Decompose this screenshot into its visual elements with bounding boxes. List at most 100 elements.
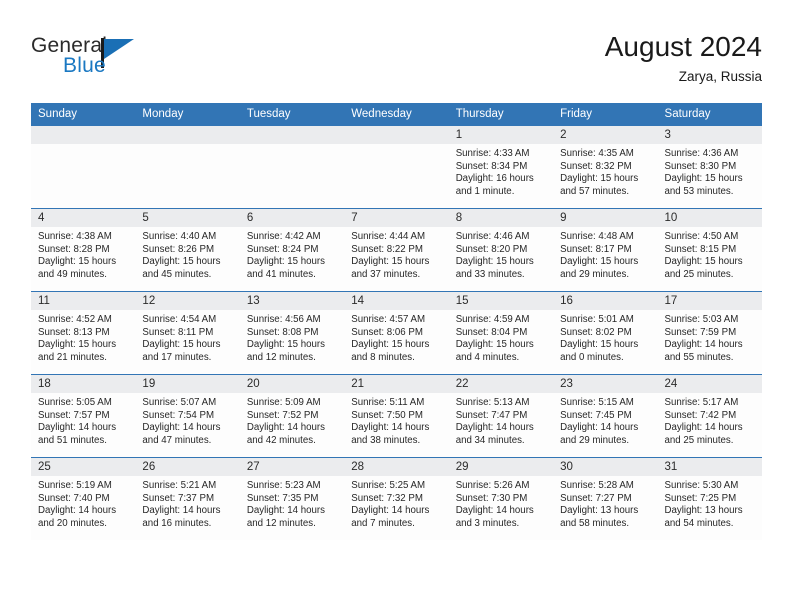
sun-info: Sunrise: 4:33 AM Sunset: 8:34 PM Daylight:… <box>449 144 553 198</box>
calendar-day-cell[interactable]: 5 Sunrise: 4:40 AM Sunset: 8:26 PM Daylight… <box>135 208 240 292</box>
sun-info: Sunrise: 4:52 AM Sunset: 8:13 PM Daylight:… <box>31 310 135 364</box>
sunset-time: Sunset: 7:50 PM <box>351 409 423 421</box>
calendar-day-cell[interactable]: 11 Sunrise: 4:52 AM Sunset: 8:13 PM Dayligh… <box>31 291 136 375</box>
day-cell-content: 4 Sunrise: 4:38 AM Sunset: 8:28 PM Daylight… <box>31 209 136 291</box>
calendar-week-row: 11 Sunrise: 4:52 AM Sunset: 8:13 PM Dayligh… <box>31 291 762 375</box>
calendar-day-cell[interactable]: 29 Sunrise: 5:26 AM Sunset: 7:30 PM Dayligh… <box>448 457 554 540</box>
day-cell-content: 24 Sunrise: 5:17 AM Sunset: 7:42 PM Dayligh… <box>657 375 762 457</box>
calendar-day-cell-empty <box>31 125 136 209</box>
sunset-time: Sunset: 7:57 PM <box>38 409 110 421</box>
calendar-day-cell[interactable]: 12 Sunrise: 4:54 AM Sunset: 8:11 PM Dayligh… <box>135 291 240 375</box>
day-number <box>344 126 449 144</box>
calendar-day-cell[interactable]: 24 Sunrise: 5:17 AM Sunset: 7:42 PM Dayligh… <box>657 374 762 458</box>
sunset-time: Sunset: 8:02 PM <box>560 326 632 338</box>
calendar-day-cell[interactable]: 10 Sunrise: 4:50 AM Sunset: 8:15 PM Dayligh… <box>657 208 762 292</box>
day-cell-content: 15 Sunrise: 4:59 AM Sunset: 8:04 PM Dayligh… <box>448 292 554 374</box>
day-number <box>239 126 345 144</box>
sunset-time: Sunset: 8:06 PM <box>351 326 423 338</box>
calendar-day-cell[interactable]: 15 Sunrise: 4:59 AM Sunset: 8:04 PM Dayligh… <box>448 291 554 375</box>
calendar-day-cell[interactable]: 26 Sunrise: 5:21 AM Sunset: 7:37 PM Dayligh… <box>135 457 240 540</box>
sunrise-time: Sunrise: 5:15 AM <box>560 397 634 408</box>
calendar-day-cell[interactable]: 6 Sunrise: 4:42 AM Sunset: 8:24 PM Daylight… <box>239 208 345 292</box>
daylight-duration-line1: Daylight: 14 hours <box>38 422 117 434</box>
calendar-day-cell[interactable]: 16 Sunrise: 5:01 AM Sunset: 8:02 PM Dayligh… <box>553 291 658 375</box>
daylight-duration-line2: and 7 minutes. <box>351 517 415 529</box>
day-number: 11 <box>31 292 136 310</box>
daylight-duration-line2: and 21 minutes. <box>38 351 107 363</box>
sun-info: Sunrise: 4:42 AM Sunset: 8:24 PM Daylight:… <box>240 227 344 281</box>
sunset-time: Sunset: 8:34 PM <box>455 160 528 172</box>
calendar-day-cell[interactable]: 31 Sunrise: 5:30 AM Sunset: 7:25 PM Dayligh… <box>657 457 762 540</box>
calendar-week-row: 1 Sunrise: 4:33 AM Sunset: 8:34 PM Daylight… <box>31 125 762 209</box>
daylight-duration-line2: and 45 minutes. <box>142 268 212 280</box>
daylight-duration-line2: and 41 minutes. <box>246 268 316 280</box>
daylight-duration-line1: Daylight: 15 hours <box>246 339 325 351</box>
calendar-week-row: 25 Sunrise: 5:19 AM Sunset: 7:40 PM Dayligh… <box>31 457 762 540</box>
day-number: 15 <box>448 292 554 310</box>
daylight-duration-line1: Daylight: 14 hours <box>142 422 221 434</box>
calendar-day-cell[interactable]: 28 Sunrise: 5:25 AM Sunset: 7:32 PM Dayligh… <box>344 457 449 540</box>
day-cell-content: 14 Sunrise: 4:57 AM Sunset: 8:06 PM Dayligh… <box>344 292 449 374</box>
day-number: 2 <box>553 126 658 144</box>
sunrise-time: Sunrise: 5:13 AM <box>455 397 530 408</box>
day-cell-content: 18 Sunrise: 5:05 AM Sunset: 7:57 PM Dayligh… <box>31 375 136 457</box>
sunset-time: Sunset: 7:45 PM <box>560 409 632 421</box>
sun-info: Sunrise: 4:56 AM Sunset: 8:08 PM Daylight:… <box>240 310 344 364</box>
calendar-day-cell[interactable]: 19 Sunrise: 5:07 AM Sunset: 7:54 PM Dayligh… <box>135 374 240 458</box>
calendar-body: 1 Sunrise: 4:33 AM Sunset: 8:34 PM Daylight… <box>31 125 762 540</box>
sun-info: Sunrise: 5:13 AM Sunset: 7:47 PM Daylight:… <box>449 393 553 447</box>
daylight-duration-line1: Daylight: 15 hours <box>664 173 743 185</box>
day-number: 18 <box>31 375 136 393</box>
sunset-time: Sunset: 7:54 PM <box>142 409 215 421</box>
day-number <box>31 126 136 144</box>
day-number: 17 <box>657 292 762 310</box>
daylight-duration-line2: and 1 minute. <box>455 185 515 197</box>
sun-info: Sunrise: 4:36 AM Sunset: 8:30 PM Daylight:… <box>658 144 762 198</box>
sunset-time: Sunset: 7:30 PM <box>455 492 528 504</box>
daylight-duration-line1: Daylight: 14 hours <box>455 505 534 517</box>
brand-logo[interactable]: General Blue <box>31 34 191 84</box>
sun-info: Sunrise: 4:35 AM Sunset: 8:32 PM Daylight:… <box>553 144 657 198</box>
calendar-day-cell[interactable]: 2 Sunrise: 4:35 AM Sunset: 8:32 PM Daylight… <box>553 125 658 209</box>
daylight-duration-line2: and 51 minutes. <box>38 434 107 446</box>
daylight-duration-line1: Daylight: 15 hours <box>455 256 534 268</box>
day-cell-content: 11 Sunrise: 4:52 AM Sunset: 8:13 PM Dayligh… <box>31 292 136 374</box>
calendar-day-cell[interactable]: 30 Sunrise: 5:28 AM Sunset: 7:27 PM Dayligh… <box>553 457 658 540</box>
calendar-day-cell[interactable]: 22 Sunrise: 5:13 AM Sunset: 7:47 PM Dayligh… <box>448 374 554 458</box>
calendar-day-cell[interactable]: 8 Sunrise: 4:46 AM Sunset: 8:20 PM Daylight… <box>448 208 554 292</box>
sunrise-time: Sunrise: 4:57 AM <box>351 314 426 325</box>
sunset-time: Sunset: 8:32 PM <box>560 160 632 172</box>
day-cell-content: 5 Sunrise: 4:40 AM Sunset: 8:26 PM Daylight… <box>135 209 240 291</box>
calendar-day-cell[interactable]: 17 Sunrise: 5:03 AM Sunset: 7:59 PM Dayligh… <box>657 291 762 375</box>
calendar-day-cell[interactable]: 14 Sunrise: 4:57 AM Sunset: 8:06 PM Dayligh… <box>344 291 449 375</box>
day-cell-content <box>31 126 136 208</box>
day-number: 19 <box>135 375 240 393</box>
calendar-day-cell[interactable]: 27 Sunrise: 5:23 AM Sunset: 7:35 PM Dayligh… <box>239 457 345 540</box>
calendar-day-cell[interactable]: 7 Sunrise: 4:44 AM Sunset: 8:22 PM Daylight… <box>344 208 449 292</box>
daylight-duration-line2: and 42 minutes. <box>246 434 316 446</box>
calendar-day-cell[interactable]: 20 Sunrise: 5:09 AM Sunset: 7:52 PM Dayligh… <box>239 374 345 458</box>
calendar-day-cell[interactable]: 23 Sunrise: 5:15 AM Sunset: 7:45 PM Dayligh… <box>553 374 658 458</box>
day-number: 3 <box>657 126 762 144</box>
sun-info: Sunrise: 5:19 AM Sunset: 7:40 PM Daylight:… <box>31 476 135 530</box>
sun-info: Sunrise: 5:07 AM Sunset: 7:54 PM Daylight:… <box>135 393 239 447</box>
daylight-duration-line2: and 4 minutes. <box>455 351 520 363</box>
calendar-day-cell[interactable]: 25 Sunrise: 5:19 AM Sunset: 7:40 PM Dayligh… <box>31 457 136 540</box>
sunrise-time: Sunrise: 4:54 AM <box>142 314 217 325</box>
daylight-duration-line1: Daylight: 14 hours <box>455 422 534 434</box>
calendar-day-cell[interactable]: 18 Sunrise: 5:05 AM Sunset: 7:57 PM Dayligh… <box>31 374 136 458</box>
calendar-day-cell[interactable]: 3 Sunrise: 4:36 AM Sunset: 8:30 PM Daylight… <box>657 125 762 209</box>
calendar-day-cell[interactable]: 4 Sunrise: 4:38 AM Sunset: 8:28 PM Daylight… <box>31 208 136 292</box>
calendar-day-cell[interactable]: 21 Sunrise: 5:11 AM Sunset: 7:50 PM Dayligh… <box>344 374 449 458</box>
calendar-day-cell[interactable]: 1 Sunrise: 4:33 AM Sunset: 8:34 PM Daylight… <box>448 125 554 209</box>
flag-triangle <box>104 39 134 59</box>
daylight-duration-line2: and 3 minutes. <box>455 517 520 529</box>
sunrise-time: Sunrise: 4:44 AM <box>351 231 426 242</box>
calendar-day-cell[interactable]: 9 Sunrise: 4:48 AM Sunset: 8:17 PM Daylight… <box>553 208 658 292</box>
sunrise-time: Sunrise: 5:03 AM <box>664 314 739 325</box>
daylight-duration-line1: Daylight: 14 hours <box>246 422 325 434</box>
day-number: 24 <box>657 375 762 393</box>
day-number: 8 <box>448 209 554 227</box>
daylight-duration-line1: Daylight: 14 hours <box>664 339 743 351</box>
calendar-day-cell[interactable]: 13 Sunrise: 4:56 AM Sunset: 8:08 PM Dayligh… <box>239 291 345 375</box>
